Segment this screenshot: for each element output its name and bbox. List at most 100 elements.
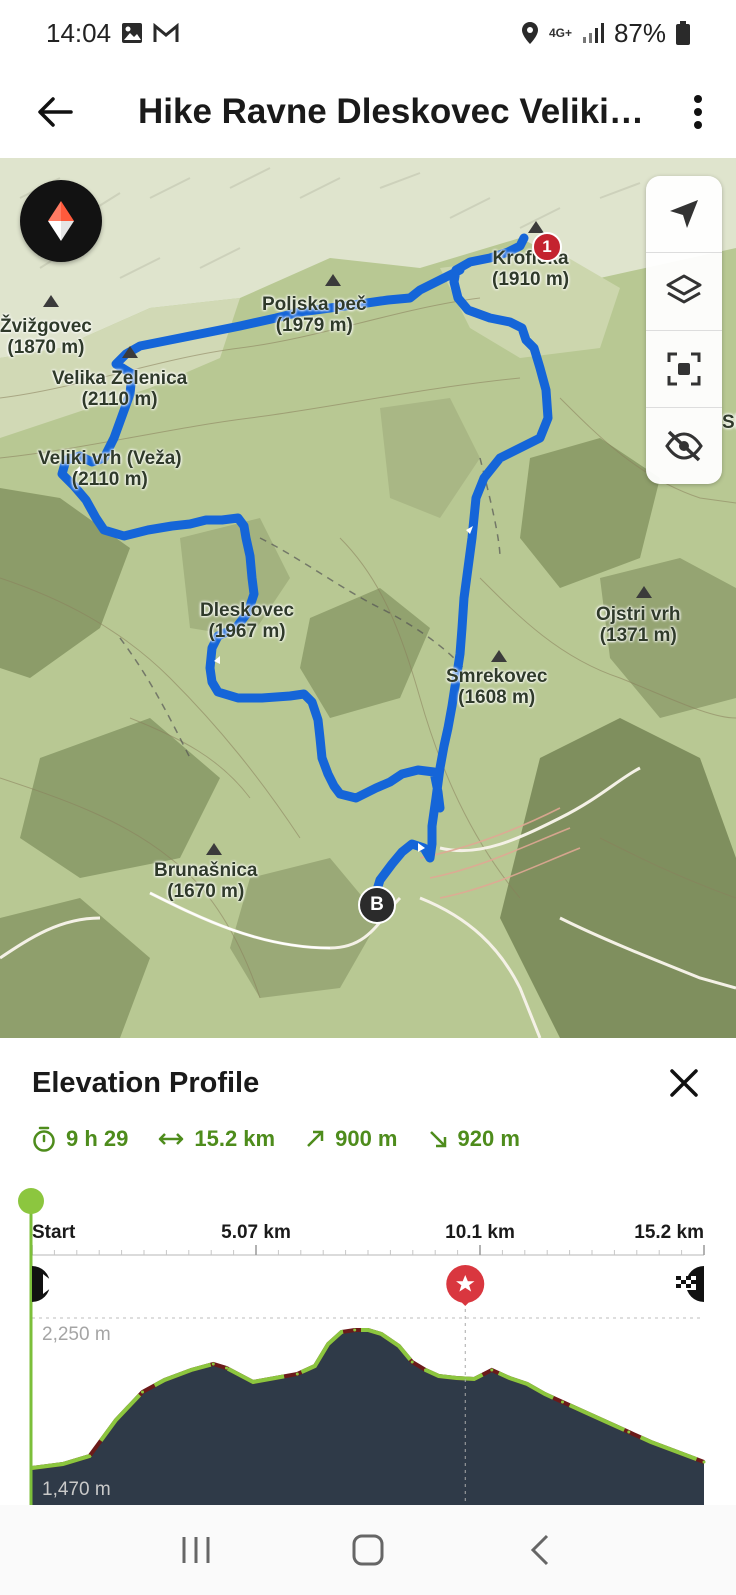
elevation-point [472, 1377, 476, 1381]
status-left: 14:04 [46, 18, 179, 49]
panel-header: Elevation Profile [32, 1058, 706, 1108]
elevation-point [340, 1330, 343, 1334]
x-tick-label-5km: 5.07 km [221, 1222, 291, 1243]
close-icon [670, 1069, 698, 1097]
elevation-point [225, 1366, 228, 1370]
more-vert-icon [694, 95, 702, 129]
start-marker[interactable] [32, 1266, 56, 1308]
network-type: 4G+ [548, 26, 572, 40]
distance-arrows-icon [159, 1133, 184, 1145]
end-point-marker[interactable]: B [358, 886, 396, 924]
status-bar: 14:04 4G+ 87% [0, 0, 736, 66]
peak-label-zvizgovec: Žvižgovec (1870 m) [0, 316, 92, 358]
hide-overlay-button[interactable] [646, 408, 722, 484]
status-right: 4G+ 87% [521, 18, 690, 49]
map-layers-button[interactable] [646, 253, 722, 331]
recent-apps-icon [182, 1537, 210, 1563]
gmail-notification-icon [153, 23, 179, 43]
highest-point-marker[interactable]: 1 [532, 232, 562, 262]
close-button[interactable] [662, 1061, 706, 1105]
compass-button[interactable] [20, 180, 102, 262]
page-title: Hike Ravne Dleskovec Veliki… [138, 92, 644, 131]
elevation-point [61, 1462, 65, 1466]
peak-label-poljska-pec: Poljska peč (1979 m) [262, 294, 367, 336]
x-tick-label-start: Start [32, 1222, 76, 1243]
elevation-point [525, 1382, 529, 1386]
elevation-point [490, 1368, 494, 1372]
x-tick-label-15km: 15.2 km [634, 1222, 704, 1243]
distance-value: 15.2 km [194, 1126, 276, 1151]
x-tick-label-10km: 10.1 km [445, 1222, 515, 1243]
map-view[interactable]: Žvižgovec (1870 m) Velika Zelenica (2110… [0, 158, 736, 1038]
peak-marker-icon [43, 295, 59, 307]
stat-distance: 15.2 km [158, 1126, 275, 1152]
stat-ascent: 900 m [305, 1126, 398, 1152]
y-label-bottom: 1,470 m [42, 1479, 111, 1500]
battery-percent: 87% [613, 17, 666, 48]
recent-apps-button[interactable] [156, 1520, 236, 1580]
x-axis-ticks [31, 1245, 705, 1255]
back-button[interactable] [0, 66, 110, 158]
elevation-point [583, 1410, 587, 1414]
elevation-point [379, 1332, 383, 1336]
route-stats: 9 h 29 15.2 km 900 m 920 m [32, 1126, 520, 1152]
status-time: 14:04 [46, 17, 112, 48]
peak-label-smrekovec: Smrekovec (1608 m) [446, 666, 548, 708]
elevation-point [251, 1380, 255, 1384]
elevation-point [313, 1364, 317, 1368]
elevation-point [189, 1368, 193, 1372]
system-nav-bar [0, 1505, 736, 1595]
peak-marker-icon [528, 221, 544, 233]
map-controls [646, 176, 722, 484]
elevation-point [676, 1450, 679, 1454]
signal-icon [582, 22, 604, 44]
peak-marker-icon [491, 650, 507, 662]
elevation-point [454, 1376, 458, 1380]
peak-marker-icon [122, 346, 138, 358]
elevation-point [88, 1454, 91, 1458]
system-back-button[interactable] [500, 1520, 580, 1580]
peak-label-ojstri-vrh: Ojstri vrh (1371 m) [596, 604, 681, 646]
peak-label-dleskovec: Dleskovec (1967 m) [200, 600, 295, 642]
elevation-panel: Elevation Profile 9 h 29 15.2 km 900 m 9… [0, 1038, 736, 1505]
more-options-button[interactable] [660, 66, 736, 158]
elevation-point [211, 1362, 215, 1366]
peak-label-brunasnica: Brunašnica (1670 m) [154, 860, 258, 902]
elevation-point [424, 1368, 427, 1372]
panel-title: Elevation Profile [32, 1066, 260, 1099]
app-bar: Hike Ravne Dleskovec Veliki… [0, 66, 736, 158]
map-edge-label: Sl [722, 412, 736, 433]
elevation-point [366, 1328, 370, 1332]
finish-marker[interactable] [674, 1266, 704, 1308]
elevation-point [273, 1376, 277, 1380]
home-icon [352, 1534, 384, 1566]
peak-marker-icon [636, 586, 652, 598]
position-cursor-handle[interactable] [18, 1188, 44, 1214]
descent-arrow-icon [429, 1131, 446, 1148]
back-arrow-icon [38, 97, 73, 127]
location-icon [521, 21, 539, 45]
elevation-point [141, 1390, 144, 1394]
ascent-arrow-icon [307, 1130, 324, 1147]
layers-icon [666, 274, 702, 304]
fit-route-button[interactable] [646, 331, 722, 408]
my-location-button[interactable] [646, 176, 722, 254]
elevation-point [649, 1440, 653, 1444]
eye-off-icon [665, 430, 703, 462]
peak-marker-icon [325, 274, 341, 286]
navigation-arrow-icon [670, 200, 698, 229]
compass-icon [48, 201, 74, 241]
elevation-point [543, 1392, 547, 1396]
elevation-point [627, 1430, 631, 1434]
elevation-point [605, 1420, 609, 1424]
elevation-area [32, 1330, 704, 1505]
chevron-left-icon [530, 1534, 549, 1566]
peak-marker-icon [206, 843, 222, 855]
home-button[interactable] [328, 1520, 408, 1580]
elevation-point [508, 1376, 511, 1380]
y-label-top: 2,250 m [42, 1324, 111, 1345]
highest-point-chart-marker[interactable] [446, 1265, 485, 1306]
elevation-point [702, 1460, 706, 1464]
elevation-chart[interactable]: Start 5.07 km 10.1 km 15.2 km 2,250 m 1,… [0, 1168, 736, 1505]
focus-frame-icon [667, 352, 701, 386]
